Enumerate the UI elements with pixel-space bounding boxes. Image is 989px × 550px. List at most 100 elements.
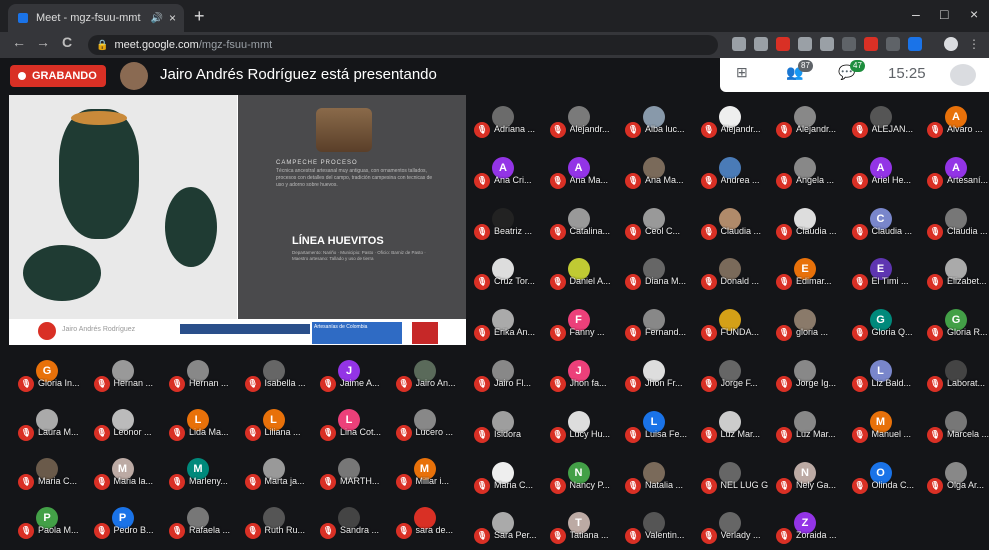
cast-icon[interactable] bbox=[732, 37, 746, 51]
participant-tile[interactable]: 🎙 Alejandr... bbox=[770, 96, 846, 144]
participant-tile[interactable]: G 🎙 Gloria In... bbox=[12, 350, 88, 398]
extension-icon[interactable] bbox=[820, 37, 834, 51]
participant-tile[interactable]: 🎙 Sara Per... bbox=[468, 502, 544, 550]
participant-tile[interactable]: 🎙 Maria C... bbox=[12, 448, 88, 496]
participant-tile[interactable]: 🎙 Alba luc... bbox=[619, 96, 695, 144]
participant-tile[interactable]: M 🎙 Marleny... bbox=[163, 448, 239, 496]
participant-tile[interactable]: C 🎙 Claudia ... bbox=[846, 198, 922, 246]
participant-tile[interactable]: 🎙 Olga Ar... bbox=[921, 452, 989, 500]
minimize-button[interactable]: – bbox=[912, 6, 920, 22]
participant-tile[interactable]: 🎙 Leonor ... bbox=[88, 399, 164, 447]
self-view-avatar[interactable] bbox=[950, 64, 976, 86]
participant-tile[interactable]: E 🎙 El Timi ... bbox=[846, 248, 922, 296]
participant-tile[interactable]: 🎙 Adriana ... bbox=[468, 96, 544, 144]
participant-tile[interactable]: 🎙 Cruz Tor... bbox=[468, 248, 544, 296]
participant-tile[interactable]: G 🎙 Gloria R... bbox=[921, 299, 989, 347]
participant-tile[interactable]: 🎙 gloria ... bbox=[770, 299, 846, 347]
participant-tile[interactable]: 🎙 Hernan ... bbox=[163, 350, 239, 398]
participant-tile[interactable]: P 🎙 Pedro B... bbox=[88, 497, 164, 545]
participant-tile[interactable]: 🎙 Beatriz ... bbox=[468, 198, 544, 246]
participant-tile[interactable]: 🎙 Claudia ... bbox=[921, 198, 989, 246]
participant-tile[interactable]: 🎙 Ana Ma... bbox=[619, 147, 695, 195]
speaker-icon[interactable]: 🔊 bbox=[151, 13, 163, 24]
participant-tile[interactable]: N 🎙 Nely Ga... bbox=[770, 452, 846, 500]
grid-layout-icon[interactable]: ⊞ bbox=[736, 64, 748, 81]
participant-tile[interactable]: E 🎙 Edimar... bbox=[770, 248, 846, 296]
participant-tile[interactable]: O 🎙 Olinda C... bbox=[846, 452, 922, 500]
participant-tile[interactable]: 🎙 Diana M... bbox=[619, 248, 695, 296]
reload-button[interactable]: C bbox=[62, 34, 72, 50]
participant-tile[interactable]: L 🎙 Lina Cot... bbox=[314, 399, 390, 447]
menu-icon[interactable]: ⋮ bbox=[968, 37, 982, 51]
participant-tile[interactable]: L 🎙 Liz Bald... bbox=[846, 350, 922, 398]
participant-tile[interactable]: 🎙 Jairo Fl... bbox=[468, 350, 544, 398]
participant-tile[interactable]: 🎙 NEL LUG G bbox=[695, 452, 771, 500]
browser-tab[interactable]: Meet - mgz-fsuu-mmt 🔊 × bbox=[8, 4, 184, 32]
participant-tile[interactable]: 🎙 Jorge Ig... bbox=[770, 350, 846, 398]
tab-close-icon[interactable]: × bbox=[169, 11, 176, 25]
participant-tile[interactable]: 🎙 Laura M... bbox=[12, 399, 88, 447]
participant-tile[interactable]: 🎙 Erika An... bbox=[468, 299, 544, 347]
participant-tile[interactable]: L 🎙 Liliana ... bbox=[239, 399, 315, 447]
participant-tile[interactable]: 🎙 Jairo An... bbox=[390, 350, 466, 398]
participant-tile[interactable]: 🎙 sara de... bbox=[390, 497, 466, 545]
participant-tile[interactable]: A 🎙 Artesaní... bbox=[921, 147, 989, 195]
participant-tile[interactable]: 🎙 Ruth Ru... bbox=[239, 497, 315, 545]
participant-tile[interactable]: 🎙 Luz Mar... bbox=[770, 401, 846, 449]
extension-icon[interactable] bbox=[864, 37, 878, 51]
participant-tile[interactable]: 🎙 Fernand... bbox=[619, 299, 695, 347]
participant-tile[interactable]: 🎙 Maria C... bbox=[468, 452, 544, 500]
participant-tile[interactable]: Z 🎙 Zoraida ... bbox=[770, 502, 846, 550]
participant-tile[interactable]: 🎙 Donald ... bbox=[695, 248, 771, 296]
participant-tile[interactable]: T 🎙 Tatiana ... bbox=[544, 502, 620, 550]
participant-tile[interactable]: 🎙 Marta ja... bbox=[239, 448, 315, 496]
participant-tile[interactable]: M 🎙 Manuel ... bbox=[846, 401, 922, 449]
participant-tile[interactable]: 🎙 Andrea ... bbox=[695, 147, 771, 195]
participant-tile[interactable]: 🎙 Claudia ... bbox=[695, 198, 771, 246]
participant-tile[interactable]: J 🎙 Jaime A... bbox=[314, 350, 390, 398]
participant-tile[interactable]: G 🎙 Gloria Q... bbox=[846, 299, 922, 347]
participant-tile[interactable]: 🎙 Alejandr... bbox=[695, 96, 771, 144]
participant-tile[interactable]: 🎙 Claudia ... bbox=[770, 198, 846, 246]
participant-tile[interactable]: J 🎙 Jhon fa... bbox=[544, 350, 620, 398]
participant-tile[interactable]: L 🎙 Luisa Fe... bbox=[619, 401, 695, 449]
participant-tile[interactable]: F 🎙 Fanny ... bbox=[544, 299, 620, 347]
participant-tile[interactable]: M 🎙 Maria la... bbox=[88, 448, 164, 496]
participant-tile[interactable]: A 🎙 Ariel He... bbox=[846, 147, 922, 195]
participant-tile[interactable]: 🎙 Lucy Hu... bbox=[544, 401, 620, 449]
participant-tile[interactable]: P 🎙 Paola M... bbox=[12, 497, 88, 545]
new-tab-button[interactable]: + bbox=[194, 6, 205, 27]
participant-tile[interactable]: 🎙 Laborat... bbox=[921, 350, 989, 398]
participants-button[interactable]: 👥 87 bbox=[786, 60, 813, 81]
participant-tile[interactable]: 🎙 ALEJAN... bbox=[846, 96, 922, 144]
participant-tile[interactable]: A 🎙 Ana Cri... bbox=[468, 147, 544, 195]
participant-tile[interactable]: 🎙 MARTH... bbox=[314, 448, 390, 496]
participant-tile[interactable]: 🎙 Alejandr... bbox=[544, 96, 620, 144]
participant-tile[interactable]: N 🎙 Nancy P... bbox=[544, 452, 620, 500]
chat-button[interactable]: 💬 47 bbox=[838, 60, 865, 81]
participant-tile[interactable]: 🎙 Natalia ... bbox=[619, 452, 695, 500]
participant-tile[interactable]: 🎙 Marcela ... bbox=[921, 401, 989, 449]
participant-tile[interactable]: 🎙 Sandra ... bbox=[314, 497, 390, 545]
participant-tile[interactable]: A 🎙 Alvaro ... bbox=[921, 96, 989, 144]
extension-icon[interactable] bbox=[842, 37, 856, 51]
profile-avatar[interactable] bbox=[944, 37, 958, 51]
participant-tile[interactable]: 🎙 Jhon Fr... bbox=[619, 350, 695, 398]
participant-tile[interactable]: 🎙 Verlady ... bbox=[695, 502, 771, 550]
maximize-button[interactable]: □ bbox=[940, 6, 948, 22]
participant-tile[interactable]: 🎙 Isidora bbox=[468, 401, 544, 449]
participant-tile[interactable]: 🎙 Lucero ... bbox=[390, 399, 466, 447]
back-button[interactable]: ← bbox=[12, 34, 26, 50]
star-icon[interactable] bbox=[754, 37, 768, 51]
extension-icon[interactable] bbox=[886, 37, 900, 51]
participant-tile[interactable]: 🎙 Rafaela ... bbox=[163, 497, 239, 545]
close-window-button[interactable]: × bbox=[970, 6, 978, 22]
participant-tile[interactable]: 🎙 Elizabet... bbox=[921, 248, 989, 296]
participant-tile[interactable]: L 🎙 Lida Ma... bbox=[163, 399, 239, 447]
participant-tile[interactable]: 🎙 Hernan ... bbox=[88, 350, 164, 398]
participant-tile[interactable]: 🎙 FUNDA... bbox=[695, 299, 771, 347]
participant-tile[interactable]: 🎙 Isabella ... bbox=[239, 350, 315, 398]
participant-tile[interactable]: M 🎙 Millar i... bbox=[390, 448, 466, 496]
participant-tile[interactable]: 🎙 Luz Mar... bbox=[695, 401, 771, 449]
participant-tile[interactable]: 🎙 Valentin... bbox=[619, 502, 695, 550]
